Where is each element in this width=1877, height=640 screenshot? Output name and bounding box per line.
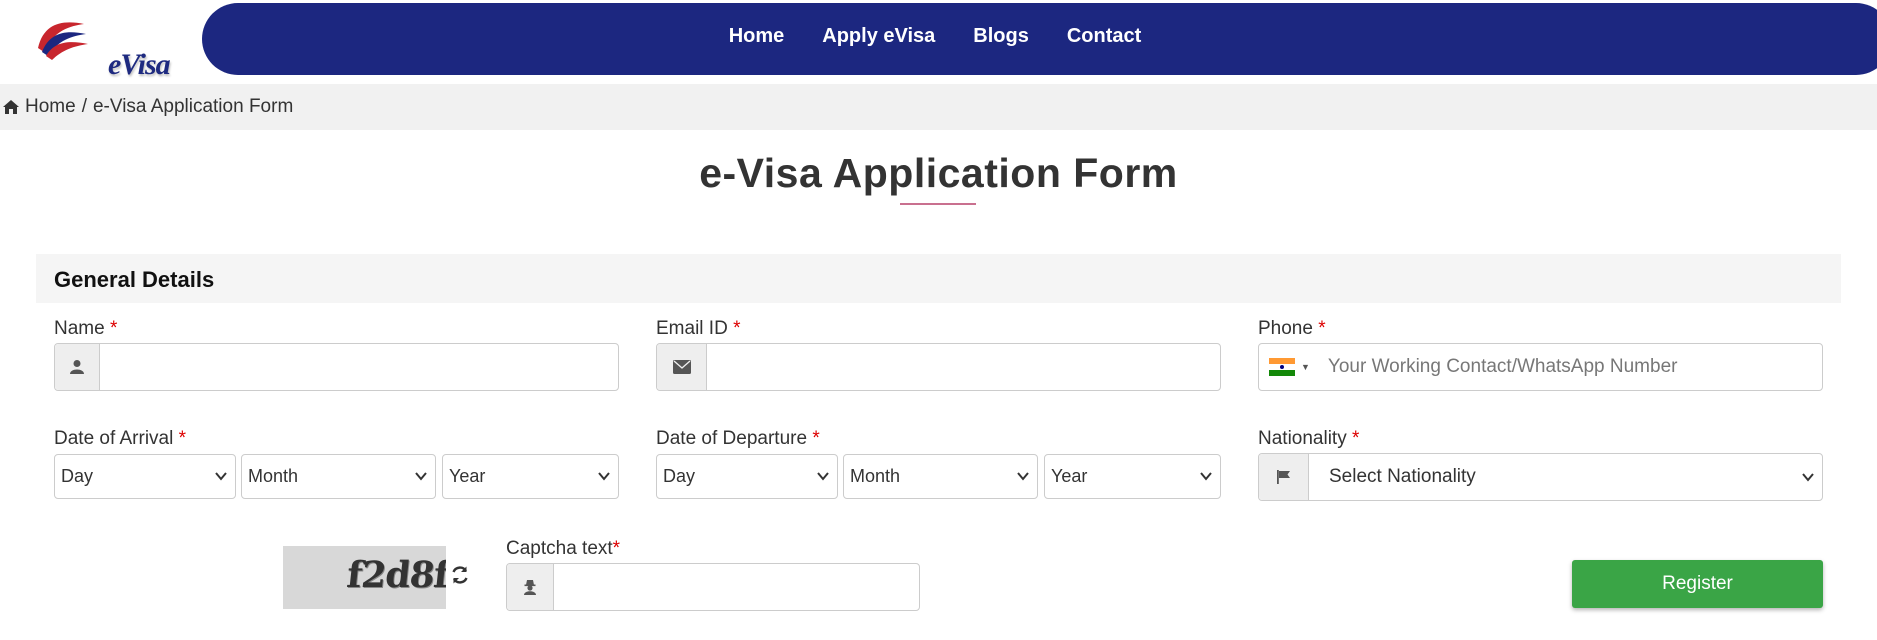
name-field[interactable]: [100, 344, 618, 390]
email-field[interactable]: [707, 344, 1220, 390]
nav-contact[interactable]: Contact: [1067, 25, 1141, 48]
breadcrumb-home-link[interactable]: Home: [25, 96, 76, 118]
required-marker: *: [178, 428, 187, 449]
required-marker: *: [812, 428, 820, 449]
nav-links: Home Apply eVisa Blogs Contact: [0, 0, 1675, 72]
required-marker: *: [733, 318, 741, 339]
chevron-down-icon: [817, 472, 829, 481]
nationality-label: Nationality *: [1258, 428, 1359, 450]
departure-month-select[interactable]: Month: [843, 454, 1038, 499]
email-input-group: [656, 343, 1221, 391]
phone-input-group: ▼: [1258, 343, 1823, 391]
user-icon: [55, 344, 100, 390]
departure-year-select[interactable]: Year: [1044, 454, 1221, 499]
departure-month-value: Month: [850, 466, 901, 486]
chevron-down-icon: [415, 472, 427, 481]
breadcrumb-current: e-Visa Application Form: [92, 96, 294, 117]
captcha-image-text: f2d8f: [344, 554, 446, 596]
required-marker: *: [612, 538, 621, 559]
chevron-down-icon: [1017, 472, 1029, 481]
phone-label-text: Phone: [1258, 318, 1313, 339]
departure-day-select[interactable]: Day: [656, 454, 838, 499]
required-marker: *: [1318, 318, 1326, 339]
section-title: General Details: [54, 267, 215, 292]
name-input-group: [54, 343, 619, 391]
email-label: Email ID *: [656, 318, 740, 340]
nationality-input-group: Select Nationality: [1258, 453, 1823, 501]
home-icon: [3, 100, 19, 114]
departure-year-value: Year: [1051, 466, 1088, 486]
user-secret-icon: [507, 564, 554, 610]
india-flag-icon: [1269, 358, 1295, 376]
nav-apply-evisa[interactable]: Apply eVisa: [822, 25, 935, 48]
departure-day-value: Day: [663, 466, 696, 486]
section-header: General Details: [36, 254, 1841, 303]
arrival-month-select[interactable]: Month: [241, 454, 436, 499]
captcha-label-text: Captcha text: [506, 538, 613, 559]
departure-label-text: Date of Departure: [656, 428, 808, 449]
country-code-selector[interactable]: ▼: [1259, 344, 1314, 390]
arrival-day-select[interactable]: Day: [54, 454, 236, 499]
phone-label: Phone *: [1258, 318, 1326, 340]
arrival-month-value: Month: [248, 466, 299, 486]
name-label: Name *: [54, 318, 117, 340]
chevron-down-icon: [1200, 472, 1212, 481]
caret-down-icon: ▼: [1301, 362, 1310, 372]
page-title: e-Visa Application Form: [699, 150, 1178, 196]
captcha-label: Captcha text*: [506, 538, 620, 560]
departure-label: Date of Departure *: [656, 428, 820, 450]
nav-home[interactable]: Home: [729, 25, 785, 48]
required-marker: *: [109, 318, 118, 339]
nationality-selected-value: Select Nationality: [1329, 466, 1476, 487]
nationality-label-text: Nationality: [1258, 428, 1347, 449]
arrival-label-text: Date of Arrival: [54, 428, 174, 449]
chevron-down-icon: [215, 472, 227, 481]
arrival-day-value: Day: [61, 466, 94, 486]
envelope-icon: [657, 344, 707, 390]
email-label-text: Email ID: [656, 318, 728, 339]
refresh-icon[interactable]: [449, 564, 471, 586]
captcha-input-group: [506, 563, 920, 611]
nav-blogs[interactable]: Blogs: [973, 25, 1029, 48]
captcha-image: f2d8f: [283, 546, 446, 609]
required-marker: *: [1352, 428, 1360, 449]
arrival-year-value: Year: [449, 466, 486, 486]
arrival-year-select[interactable]: Year: [442, 454, 619, 499]
title-underline: [900, 203, 976, 205]
chevron-down-icon: [1802, 473, 1814, 482]
arrival-label: Date of Arrival *: [54, 428, 186, 450]
chevron-down-icon: [598, 472, 610, 481]
captcha-field[interactable]: [554, 564, 919, 610]
breadcrumb: Home / e-Visa Application Form: [0, 84, 1877, 130]
nationality-select[interactable]: Select Nationality: [1309, 454, 1822, 500]
name-label-text: Name: [54, 318, 105, 339]
register-button[interactable]: Register: [1572, 560, 1823, 608]
breadcrumb-separator: /: [81, 96, 87, 117]
phone-field[interactable]: [1313, 356, 1822, 378]
flag-icon: [1259, 454, 1309, 500]
